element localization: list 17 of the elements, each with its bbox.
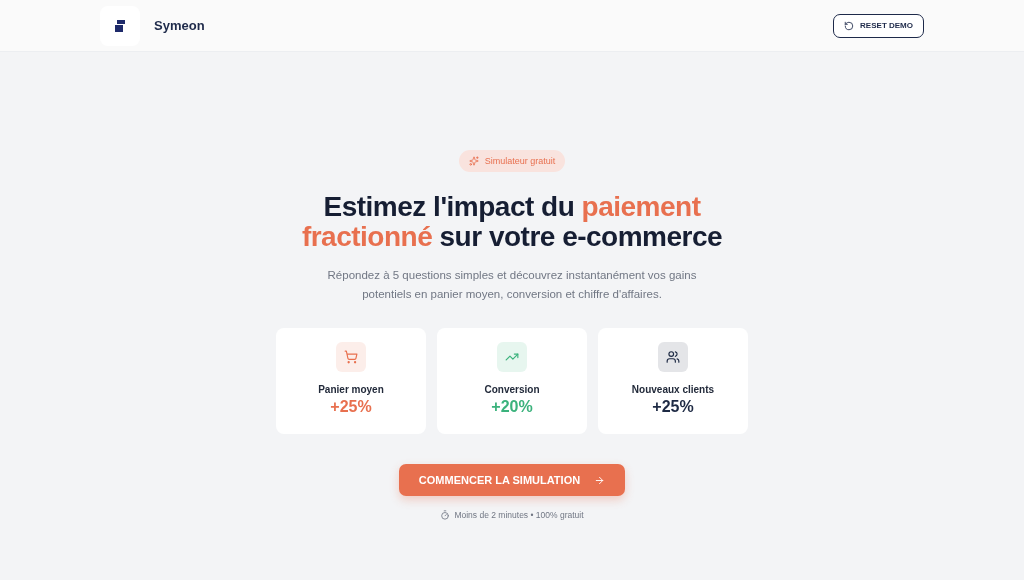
arrow-icon <box>594 474 606 486</box>
stat-value: +25% <box>330 398 372 416</box>
sparkle-icon <box>468 156 479 166</box>
reset-icon <box>844 20 855 31</box>
subtitle: Répondez à 5 questions simples et découvrez instantanément vos gains potentiels en panier moyen, conversion et chiffre d'affaires. <box>326 268 698 302</box>
timer-icon <box>440 510 451 520</box>
stat-label: Nouveaux clients <box>631 384 715 395</box>
brand-name: Symeon <box>154 18 205 33</box>
simulator-badge: Simulateur gratuit <box>458 150 566 172</box>
reset-demo-button[interactable]: RESET DEMO <box>833 13 924 38</box>
stat-value: +20% <box>491 398 533 416</box>
duration-note: Moins de 2 minutes • 100% gratuit <box>454 510 584 520</box>
stat-value: +25% <box>652 398 694 416</box>
stat-label: Panier moyen <box>318 384 384 395</box>
stat-label: Conversion <box>484 384 540 395</box>
logo-icon <box>100 5 140 46</box>
headline: Estimez l'impact du paiement fractionné sur votre e-commerce <box>300 192 724 252</box>
